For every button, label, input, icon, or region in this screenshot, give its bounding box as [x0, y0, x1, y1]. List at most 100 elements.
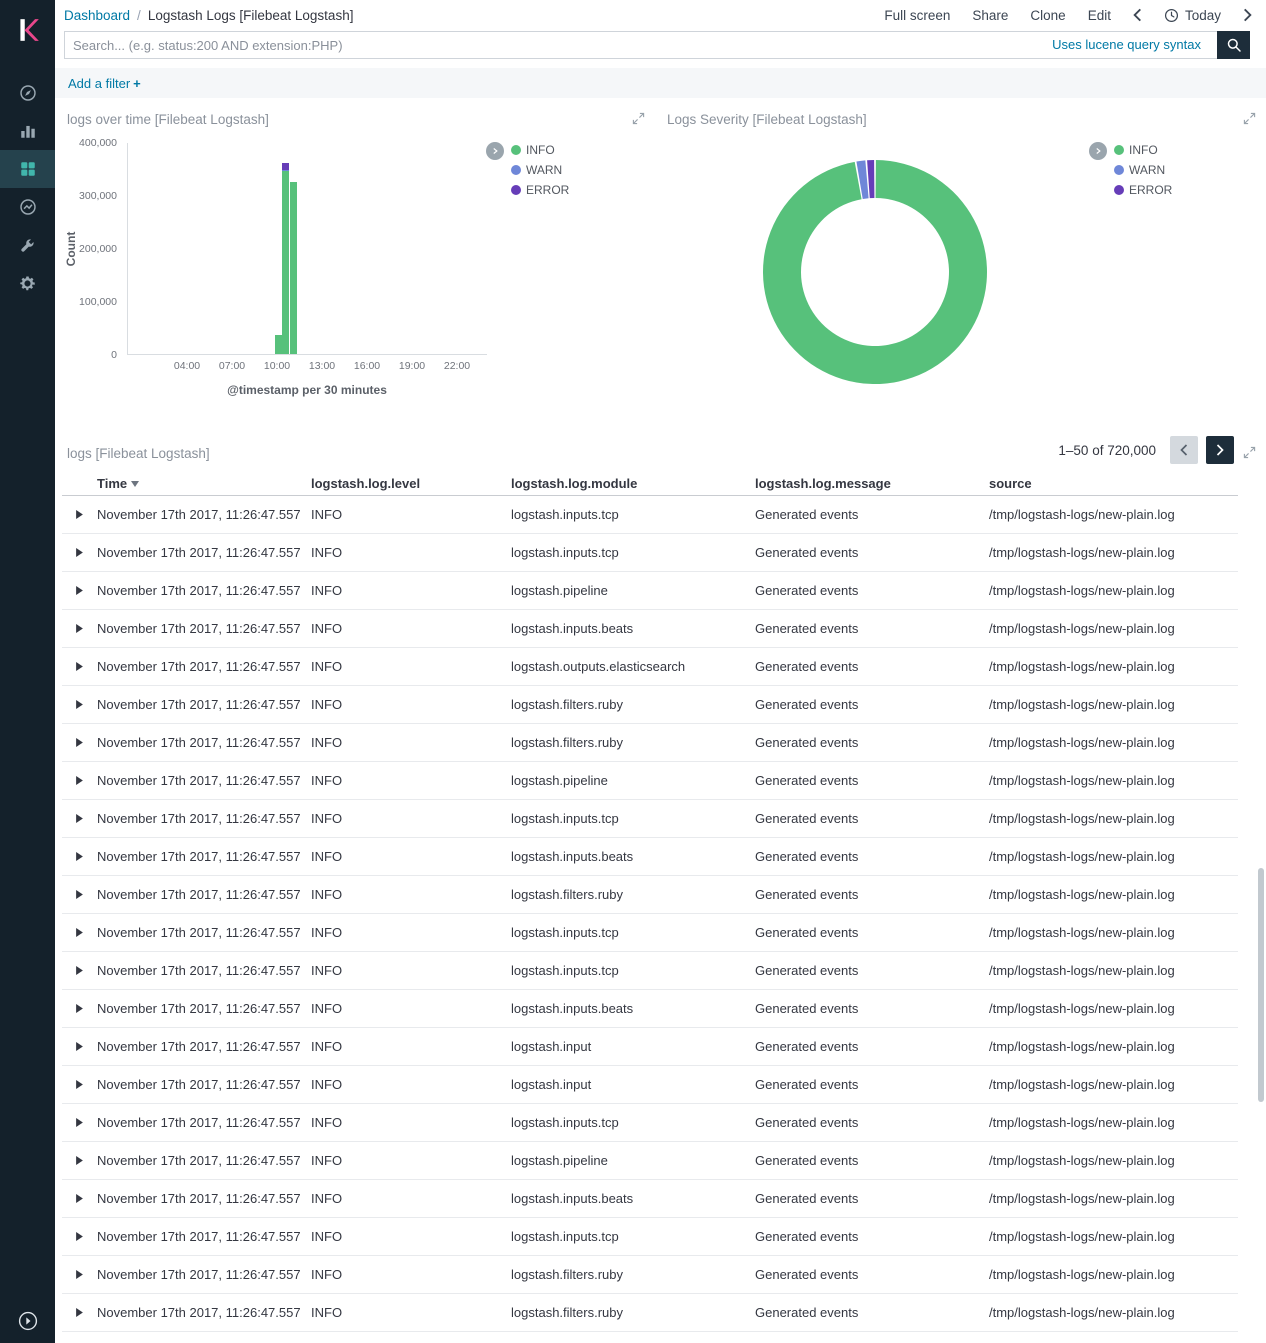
expand-row-icon[interactable]: [76, 1080, 83, 1089]
expand-row-icon[interactable]: [76, 510, 83, 519]
table-row[interactable]: November 17th 2017, 11:26:47.557 INFO lo…: [62, 990, 1238, 1028]
expand-row-icon[interactable]: [76, 1156, 83, 1165]
expand-row-icon[interactable]: [76, 1308, 83, 1317]
table-row[interactable]: November 17th 2017, 11:26:47.557 INFO lo…: [62, 686, 1238, 724]
bar-segment-error[interactable]: [282, 163, 289, 169]
bar-segment-warn[interactable]: [282, 170, 289, 172]
donut-panel: Logs Severity [Filebeat Logstash] INFOWA…: [655, 102, 1266, 402]
expand-panel-icon[interactable]: [1243, 446, 1256, 459]
time-picker-button[interactable]: Today: [1164, 8, 1221, 23]
table-row[interactable]: November 17th 2017, 11:26:47.557 INFO lo…: [62, 838, 1238, 876]
expand-row-icon[interactable]: [76, 1118, 83, 1127]
dashboard-panels: logs over time [Filebeat Logstash] Count…: [55, 102, 1266, 402]
table-row[interactable]: November 17th 2017, 11:26:47.557 INFO lo…: [62, 914, 1238, 952]
bar-segment-info[interactable]: [290, 182, 297, 354]
cell-module: logstash.input: [511, 1077, 755, 1092]
donut-slice-error[interactable]: [867, 160, 874, 198]
expand-row-icon[interactable]: [76, 1004, 83, 1013]
collapse-nav-button[interactable]: [0, 1311, 55, 1331]
breadcrumb-dashboard-link[interactable]: Dashboard: [64, 8, 130, 23]
expand-row-icon[interactable]: [76, 738, 83, 747]
expand-row-icon[interactable]: [76, 624, 83, 633]
share-button[interactable]: Share: [972, 8, 1008, 23]
sidebar: [0, 0, 55, 1343]
legend-item-warn[interactable]: WARN: [1114, 163, 1172, 177]
expand-row-icon[interactable]: [76, 966, 83, 975]
cell-source: /tmp/logstash-logs/new-plain.log: [989, 773, 1238, 788]
table-row[interactable]: November 17th 2017, 11:26:47.557 INFO lo…: [62, 1294, 1238, 1332]
edit-button[interactable]: Edit: [1088, 8, 1111, 23]
expand-row-icon[interactable]: [76, 852, 83, 861]
previous-page-button[interactable]: [1170, 436, 1198, 464]
donut-slice-info[interactable]: [763, 160, 987, 384]
sidebar-item-timelion[interactable]: [0, 188, 55, 226]
table-scrollbar[interactable]: [1258, 868, 1264, 1102]
expand-row-icon[interactable]: [76, 928, 83, 937]
legend-label: ERROR: [526, 183, 569, 197]
legend-item-info[interactable]: INFO: [1114, 143, 1172, 157]
expand-row-icon[interactable]: [76, 548, 83, 557]
cell-source: /tmp/logstash-logs/new-plain.log: [989, 1115, 1238, 1130]
time-next-button[interactable]: [1243, 8, 1252, 22]
legend-item-info[interactable]: INFO: [511, 143, 569, 157]
expand-panel-icon[interactable]: [1243, 112, 1256, 125]
sidebar-item-discover[interactable]: [0, 74, 55, 112]
table-row[interactable]: November 17th 2017, 11:26:47.557 INFO lo…: [62, 1218, 1238, 1256]
table-row[interactable]: November 17th 2017, 11:26:47.557 INFO lo…: [62, 876, 1238, 914]
table-row[interactable]: November 17th 2017, 11:26:47.557 INFO lo…: [62, 1066, 1238, 1104]
legend-item-warn[interactable]: WARN: [511, 163, 569, 177]
table-row[interactable]: November 17th 2017, 11:26:47.557 INFO lo…: [62, 762, 1238, 800]
next-page-button[interactable]: [1206, 436, 1234, 464]
table-row[interactable]: November 17th 2017, 11:26:47.557 INFO lo…: [62, 800, 1238, 838]
cell-message: Generated events: [755, 659, 989, 674]
legend-item-error[interactable]: ERROR: [1114, 183, 1172, 197]
histogram-panel: logs over time [Filebeat Logstash] Count…: [55, 102, 655, 402]
expand-row-icon[interactable]: [76, 814, 83, 823]
search-button[interactable]: [1217, 31, 1250, 59]
table-row[interactable]: November 17th 2017, 11:26:47.557 INFO lo…: [62, 534, 1238, 572]
bar-segment-info[interactable]: [282, 171, 289, 354]
full-screen-button[interactable]: Full screen: [884, 8, 950, 23]
expand-row-icon[interactable]: [76, 890, 83, 899]
sidebar-item-dev-tools[interactable]: [0, 226, 55, 264]
cell-module: logstash.outputs.elasticsearch: [511, 659, 755, 674]
table-row[interactable]: November 17th 2017, 11:26:47.557 INFO lo…: [62, 1104, 1238, 1142]
table-row[interactable]: November 17th 2017, 11:26:47.557 INFO lo…: [62, 648, 1238, 686]
cell-message: Generated events: [755, 1115, 989, 1130]
table-row[interactable]: November 17th 2017, 11:26:47.557 INFO lo…: [62, 1256, 1238, 1294]
legend-toggle-button[interactable]: [486, 142, 504, 160]
table-row[interactable]: November 17th 2017, 11:26:47.557 INFO lo…: [62, 1180, 1238, 1218]
expand-row-icon[interactable]: [76, 1270, 83, 1279]
table-row[interactable]: November 17th 2017, 11:26:47.557 INFO lo…: [62, 1028, 1238, 1066]
kibana-logo[interactable]: [0, 0, 55, 60]
expand-row-icon[interactable]: [76, 1042, 83, 1051]
legend-toggle-button[interactable]: [1089, 142, 1107, 160]
clone-button[interactable]: Clone: [1030, 8, 1065, 23]
legend-label: WARN: [1129, 163, 1165, 177]
table-row[interactable]: November 17th 2017, 11:26:47.557 INFO lo…: [62, 610, 1238, 648]
expand-row-icon[interactable]: [76, 1194, 83, 1203]
table-row[interactable]: November 17th 2017, 11:26:47.557 INFO lo…: [62, 496, 1238, 534]
time-prev-button[interactable]: [1133, 8, 1142, 22]
add-filter-button[interactable]: Add a filter+: [68, 76, 141, 91]
table-row[interactable]: November 17th 2017, 11:26:47.557 INFO lo…: [62, 952, 1238, 990]
x-tick-label: 07:00: [219, 360, 245, 372]
expand-row-icon[interactable]: [76, 662, 83, 671]
lucene-syntax-link[interactable]: Uses lucene query syntax: [1052, 37, 1201, 52]
table-row[interactable]: November 17th 2017, 11:26:47.557 INFO lo…: [62, 572, 1238, 610]
cell-message: Generated events: [755, 735, 989, 750]
clock-chart-icon: [19, 198, 37, 216]
column-header-time[interactable]: Time: [97, 476, 311, 491]
bar-segment-info[interactable]: [275, 335, 282, 354]
expand-row-icon[interactable]: [76, 586, 83, 595]
expand-row-icon[interactable]: [76, 776, 83, 785]
expand-row-icon[interactable]: [76, 700, 83, 709]
legend-item-error[interactable]: ERROR: [511, 183, 569, 197]
sidebar-item-dashboard[interactable]: [0, 150, 55, 188]
sidebar-item-visualize[interactable]: [0, 112, 55, 150]
sidebar-item-management[interactable]: [0, 264, 55, 302]
table-row[interactable]: November 17th 2017, 11:26:47.557 INFO lo…: [62, 724, 1238, 762]
table-row[interactable]: November 17th 2017, 11:26:47.557 INFO lo…: [62, 1142, 1238, 1180]
expand-panel-icon[interactable]: [632, 112, 645, 125]
expand-row-icon[interactable]: [76, 1232, 83, 1241]
